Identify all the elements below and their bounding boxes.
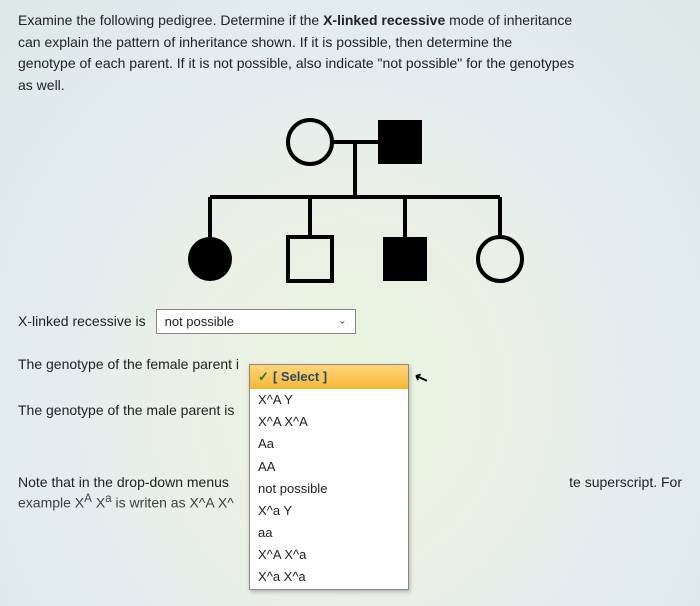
dropdown-header[interactable]: ✓[ Select ] ↖ <box>250 365 408 389</box>
dropdown-option[interactable]: X^a X^a <box>250 566 408 588</box>
dropdown-option[interactable]: X^A X^A <box>250 411 408 433</box>
q1-select[interactable]: not possible ⌄ <box>156 309 356 334</box>
dropdown-option[interactable]: not possible <box>250 478 408 500</box>
dropdown-option[interactable]: AA <box>250 456 408 478</box>
instr-bold: X-linked recessive <box>323 12 445 28</box>
dropdown-option[interactable]: X^A X^a <box>250 544 408 566</box>
q1-value: not possible <box>165 314 234 329</box>
instr-text: genotype of each parent. If it is not po… <box>18 55 574 71</box>
footnote-text: X <box>92 494 105 510</box>
instr-text: can explain the pattern of inheritance s… <box>18 34 512 50</box>
cursor-icon: ↖ <box>411 366 431 392</box>
dropdown-option[interactable]: Aa <box>250 433 408 455</box>
instr-text: Examine the following pedigree. Determin… <box>18 12 323 28</box>
q2-label: The genotype of the female parent i <box>18 356 239 372</box>
instr-text: mode of inheritance <box>445 12 572 28</box>
q2-select-open[interactable]: ✓[ Select ] ↖ X^A Y X^A X^A Aa AA not po… <box>249 364 409 590</box>
q1-row: X-linked recessive is not possible ⌄ <box>18 309 682 334</box>
instr-text: as well. <box>18 77 65 93</box>
q2-row: The genotype of the female parent i ✓[ S… <box>18 356 682 372</box>
check-icon: ✓ <box>258 369 269 384</box>
footnote-sup: A <box>84 492 92 505</box>
footnote-right: te superscript. For <box>569 474 682 490</box>
chevron-down-icon: ⌄ <box>338 316 346 327</box>
dropdown-header-text: [ Select ] <box>273 369 327 384</box>
question-instructions: Examine the following pedigree. Determin… <box>18 10 682 97</box>
q1-label: X-linked recessive is <box>18 313 146 329</box>
dropdown-option[interactable]: aa <box>250 522 408 544</box>
footnote-left: Note that in the drop-down menus <box>18 474 229 490</box>
dropdown-option[interactable]: X^a Y <box>250 500 408 522</box>
pedigree-diagram <box>160 107 540 297</box>
footnote-text: is writen as X^A X^ <box>112 494 234 510</box>
dropdown-option[interactable]: X^A Y <box>250 389 408 411</box>
q3-label: The genotype of the male parent is <box>18 402 234 418</box>
footnote-text: example X <box>18 494 84 510</box>
